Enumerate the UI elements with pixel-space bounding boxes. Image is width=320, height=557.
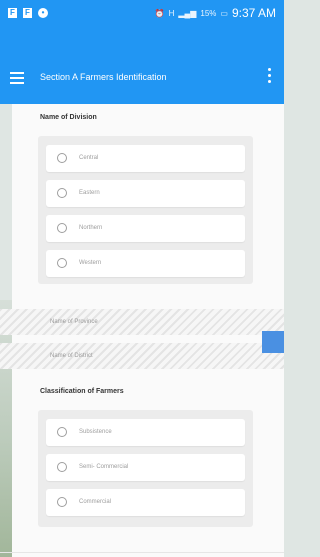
- district-disabled-field: Name of District: [0, 343, 284, 369]
- radio-button-icon[interactable]: [57, 258, 67, 268]
- option-label: Eastern: [79, 190, 100, 196]
- division-option-northern[interactable]: Northern: [46, 215, 245, 242]
- classification-option-semi-commercial[interactable]: Semi- Commercial: [46, 454, 245, 481]
- app-bar: Section A Farmers Identification: [0, 52, 284, 104]
- facebook-notification-icon-2: F: [23, 8, 32, 18]
- division-radio-group: Central Eastern Northern Western: [38, 136, 253, 284]
- status-right: ⏰ H ▂▄▆ 15% ▭ 9:37 AM: [155, 6, 276, 20]
- radio-button-icon[interactable]: [57, 427, 67, 437]
- clock: 9:37 AM: [231, 6, 276, 20]
- classification-option-commercial[interactable]: Commercial: [46, 489, 245, 516]
- province-disabled-field: Name of Province: [0, 309, 284, 335]
- radio-button-icon[interactable]: [57, 188, 67, 198]
- classification-option-subsistence[interactable]: Subsistence: [46, 419, 245, 446]
- option-label: Subsistence: [79, 429, 112, 435]
- province-label: Name of Province: [50, 319, 98, 325]
- radio-button-icon[interactable]: [57, 223, 67, 233]
- battery-percent: 15%: [200, 8, 217, 18]
- highlight-marker: [262, 331, 284, 353]
- status-left-icons: F F •: [8, 8, 48, 18]
- network-type-indicator: H: [168, 8, 175, 18]
- classification-label: Classification of Farmers: [40, 388, 124, 395]
- option-label: Commercial: [79, 499, 112, 505]
- divider: [0, 552, 284, 553]
- division-label: Name of Division: [40, 114, 97, 121]
- battery-icon: ▭: [220, 8, 228, 18]
- facebook-notification-icon: F: [8, 8, 17, 18]
- district-label: Name of District: [50, 353, 93, 359]
- option-label: Western: [79, 260, 102, 266]
- more-options-icon[interactable]: [268, 68, 272, 86]
- radio-button-icon[interactable]: [57, 462, 67, 472]
- option-label: Semi- Commercial: [79, 464, 129, 470]
- option-label: Central: [79, 155, 99, 161]
- classification-radio-group: Subsistence Semi- Commercial Commercial: [38, 410, 253, 527]
- messenger-notification-icon: •: [38, 8, 48, 18]
- option-label: Northern: [79, 225, 103, 231]
- radio-button-icon[interactable]: [57, 153, 67, 163]
- status-bar: F F • ⏰ H ▂▄▆ 15% ▭ 9:37 AM: [0, 0, 284, 52]
- division-option-western[interactable]: Western: [46, 250, 245, 277]
- app-title: Section A Farmers Identification: [40, 72, 167, 82]
- alarm-icon: ⏰: [154, 8, 165, 18]
- division-option-central[interactable]: Central: [46, 145, 245, 172]
- hamburger-menu-icon[interactable]: [10, 72, 24, 84]
- radio-button-icon[interactable]: [57, 497, 67, 507]
- division-option-eastern[interactable]: Eastern: [46, 180, 245, 207]
- signal-bars-icon: ▂▄▆: [178, 8, 197, 18]
